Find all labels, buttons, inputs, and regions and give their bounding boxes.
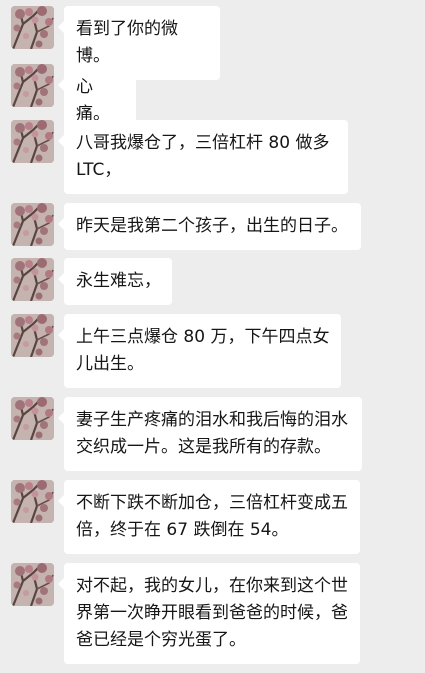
avatar-photo-icon [11,258,54,301]
avatar[interactable] [11,314,54,357]
avatar-photo-icon [11,6,54,49]
message-bubble[interactable]: 永生难忘， [58,258,172,305]
avatar[interactable] [11,397,54,440]
avatar-photo-icon [11,120,54,163]
avatar-photo-icon [11,314,54,357]
avatar[interactable] [11,563,54,606]
avatar[interactable] [11,258,54,301]
message-bubble[interactable]: 妻子生产疼痛的泪水和我后悔的泪水交织成一片。这是我所有的存款。 [58,397,362,471]
avatar-photo-icon [11,480,54,523]
avatar[interactable] [11,6,54,49]
message-bubble[interactable]: 上午三点爆仓 80 万，下午四点女儿出生。 [58,314,341,388]
avatar-photo-icon [11,563,54,606]
message-bubble[interactable]: 八哥我爆仓了，三倍杠杆 80 做多 LTC， [58,120,348,194]
avatar-photo-icon [11,203,54,246]
avatar-photo-icon [11,64,54,107]
avatar[interactable] [11,203,54,246]
avatar[interactable] [11,120,54,163]
message-bubble[interactable]: 不断下跌不断加仓，三倍杠杆变成五倍，终于在 67 跌倒在 54。 [58,480,360,554]
avatar[interactable] [11,64,54,107]
message-bubble[interactable]: 昨天是我第二个孩子，出生的日子。 [58,203,361,250]
avatar[interactable] [11,480,54,523]
avatar-photo-icon [11,397,54,440]
message-bubble[interactable]: 对不起，我的女儿，在你来到这个世界第一次睁开眼看到爸爸的时候，爸爸已经是个穷光蛋… [58,563,360,664]
